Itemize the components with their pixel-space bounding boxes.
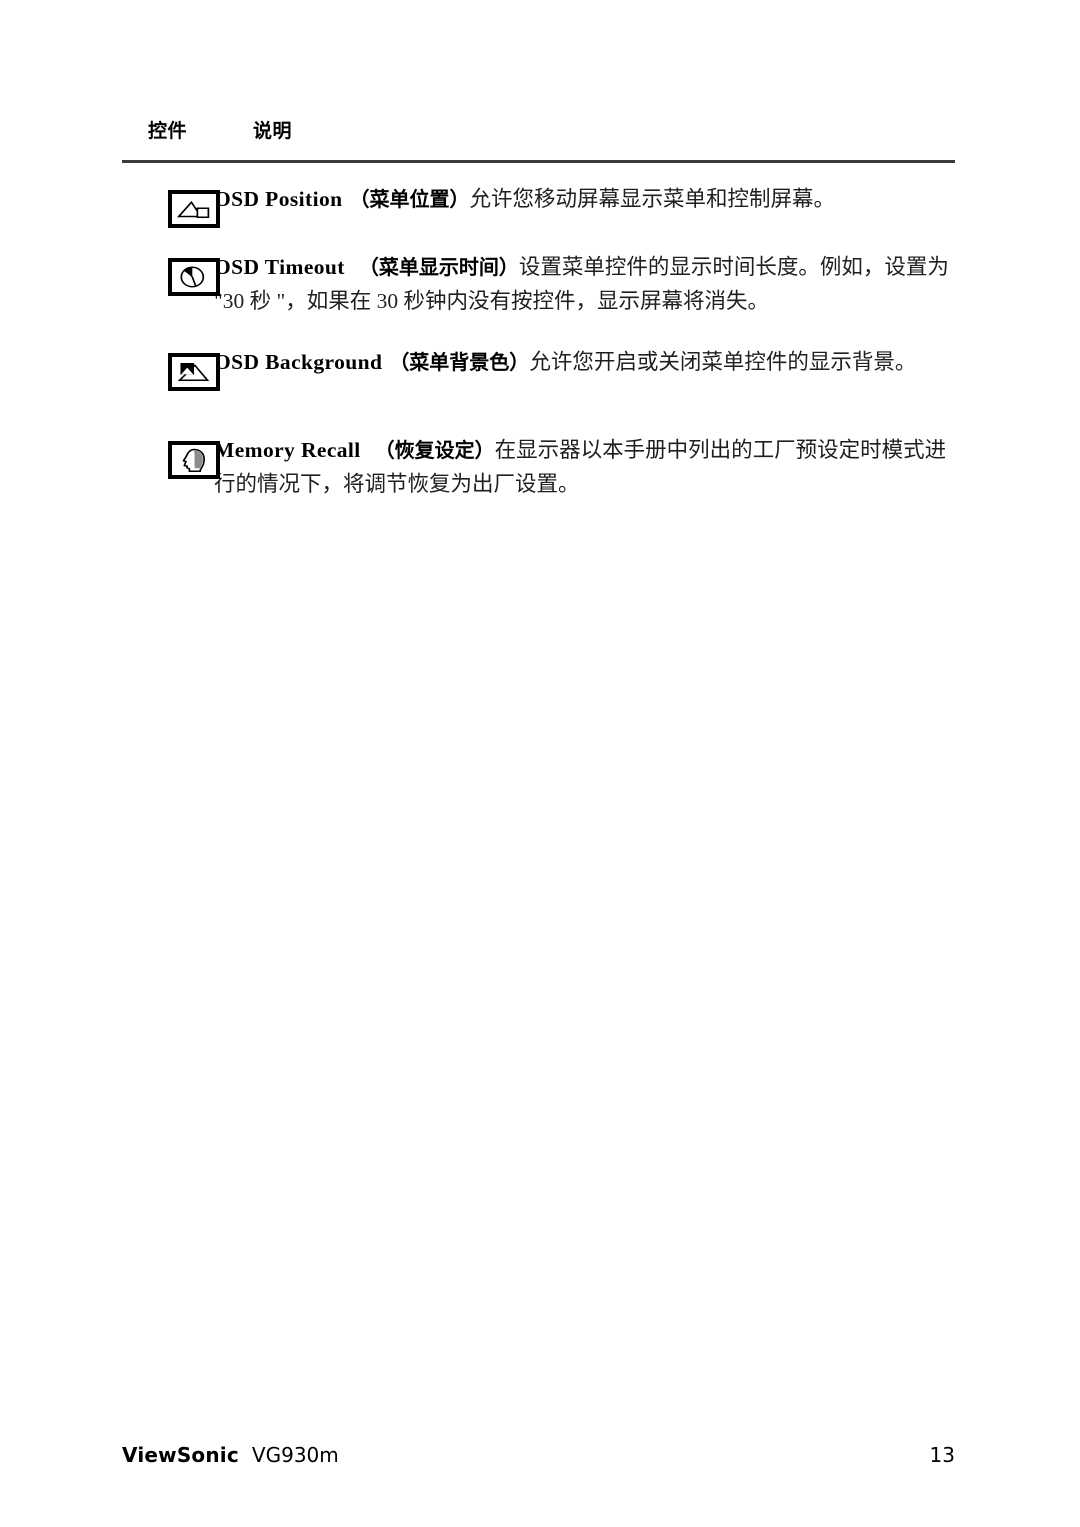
page-number: 13 xyxy=(929,1443,955,1467)
table-row: OSD Position （菜单位置）允许您移动屏幕显示菜单和控制屏幕。 xyxy=(122,178,967,246)
description-text: OSD Background （菜单背景色）允许您开启或关闭菜单控件的显示背景。 xyxy=(214,345,967,379)
description-cell: Memory Recall （恢复设定）在显示器以本手册中列出的工厂预设定时模式进… xyxy=(214,429,967,501)
brand-name: ViewSonic xyxy=(122,1443,239,1467)
table-row: OSD Background （菜单背景色）允许您开启或关闭菜单控件的显示背景。 xyxy=(122,341,967,429)
table-header-row: 控件 说明 xyxy=(122,118,955,154)
control-icon-cell xyxy=(122,178,220,228)
column-header-description: 说明 xyxy=(253,120,293,142)
term-english: Memory Recall xyxy=(214,438,361,462)
description-text: Memory Recall （恢复设定）在显示器以本手册中列出的工厂预设定时模式进… xyxy=(214,433,967,501)
osd-background-icon xyxy=(168,353,220,391)
table-body: OSD Position （菜单位置）允许您移动屏幕显示菜单和控制屏幕。 OSD… xyxy=(122,178,967,509)
description-cell: OSD Timeout （菜单显示时间）设置菜单控件的显示时间长度。例如，设置为 … xyxy=(214,246,967,318)
term-chinese: （菜单显示时间） xyxy=(358,255,519,279)
page-footer: ViewSonic VG930m 13 xyxy=(122,1443,955,1473)
control-icon-cell xyxy=(122,246,220,296)
description-text: OSD Position （菜单位置）允许您移动屏幕显示菜单和控制屏幕。 xyxy=(214,182,967,216)
description-body: 允许您开启或关闭菜单控件的显示背景。 xyxy=(529,350,917,374)
description-body: 允许您移动屏幕显示菜单和控制屏幕。 xyxy=(469,187,835,211)
term-chinese: （菜单背景色） xyxy=(389,350,530,374)
term-english: OSD Position xyxy=(214,187,343,211)
term-english: OSD Background xyxy=(214,350,383,374)
description-text: OSD Timeout （菜单显示时间）设置菜单控件的显示时间长度。例如，设置为 … xyxy=(214,250,967,318)
control-icon-cell xyxy=(122,341,220,391)
description-cell: OSD Position （菜单位置）允许您移动屏幕显示菜单和控制屏幕。 xyxy=(214,178,967,216)
footer-left-group: ViewSonic VG930m xyxy=(122,1443,339,1467)
table-row: Memory Recall （恢复设定）在显示器以本手册中列出的工厂预设定时模式进… xyxy=(122,429,967,509)
table-row: OSD Timeout （菜单显示时间）设置菜单控件的显示时间长度。例如，设置为 … xyxy=(122,246,967,341)
term-english: OSD Timeout xyxy=(214,255,345,279)
description-cell: OSD Background （菜单背景色）允许您开启或关闭菜单控件的显示背景。 xyxy=(214,341,967,379)
osd-position-icon xyxy=(168,190,220,228)
control-icon-cell xyxy=(122,429,220,479)
header-divider-rule xyxy=(122,160,955,163)
term-chinese: （恢复设定） xyxy=(374,438,495,462)
term-chinese: （菜单位置） xyxy=(349,187,470,211)
column-header-control: 控件 xyxy=(148,120,188,142)
model-name: VG930m xyxy=(251,1443,339,1467)
osd-timeout-clock-icon xyxy=(168,258,220,296)
memory-recall-head-icon xyxy=(168,441,220,479)
document-page: 控件 说明 OSD Position （菜单位置）允许您移动屏幕显示菜单和控制屏幕… xyxy=(0,0,1080,1527)
